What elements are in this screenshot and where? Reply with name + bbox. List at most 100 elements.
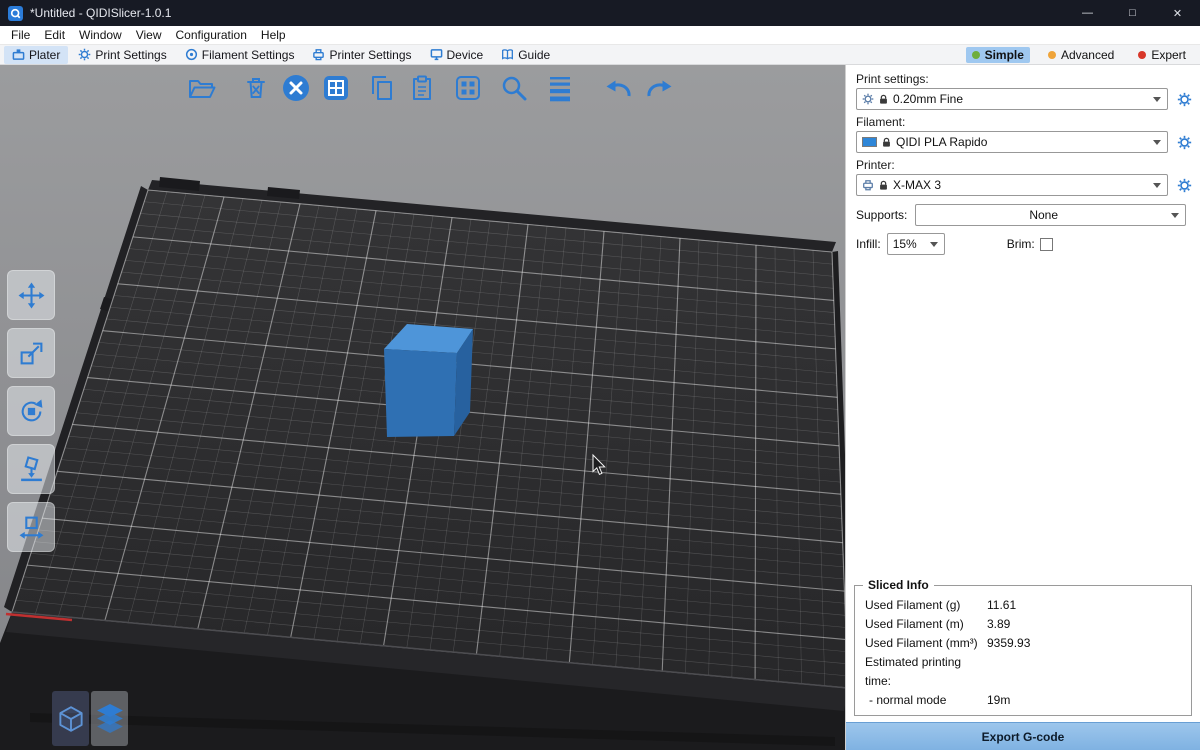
- mode-expert[interactable]: Expert: [1132, 47, 1192, 63]
- gear-icon: [862, 93, 874, 105]
- lock-icon: [882, 137, 891, 148]
- print-settings-value: 0.20mm Fine: [893, 92, 1148, 106]
- filament-gear-button[interactable]: [1174, 132, 1194, 152]
- redo-icon: [644, 73, 674, 103]
- sliced-info-value: 9359.93: [987, 634, 1181, 653]
- mode-dot-red: [1138, 51, 1146, 59]
- titlebar: *Untitled - QIDISlicer-1.0.1 — □ ✕: [0, 0, 1200, 26]
- print-bed[interactable]: [12, 190, 845, 688]
- printer-gear-button[interactable]: [1174, 175, 1194, 195]
- sliced-info-row: Used Filament (mm³) 9359.93: [863, 634, 1183, 653]
- menu-item-configuration[interactable]: Configuration: [169, 26, 254, 44]
- sliced-info-label: Used Filament (m): [865, 615, 987, 634]
- delete-all-icon: [281, 73, 311, 103]
- print-settings-gear-button[interactable]: [1174, 89, 1194, 109]
- brim-checkbox[interactable]: [1040, 238, 1053, 251]
- supports-combo[interactable]: None: [915, 204, 1186, 226]
- lock-icon: [879, 180, 888, 191]
- tab-printer-settings[interactable]: Printer Settings: [304, 46, 419, 64]
- minimize-button[interactable]: —: [1065, 0, 1110, 26]
- open-button[interactable]: [182, 69, 219, 106]
- tab-print-settings[interactable]: Print Settings: [70, 46, 174, 64]
- scale-button[interactable]: [7, 328, 55, 378]
- gear-icon: [78, 48, 91, 61]
- tab-filament-settings[interactable]: Filament Settings: [177, 46, 303, 64]
- chevron-down-icon: [1153, 183, 1161, 188]
- sliced-info-value: 19m: [987, 691, 1181, 710]
- guide-icon: [501, 48, 514, 61]
- copy-button[interactable]: [363, 69, 400, 106]
- mode-selector: Simple Advanced Expert: [966, 47, 1192, 63]
- arrange-icon: [321, 73, 351, 103]
- infill-combo[interactable]: 15%: [887, 233, 945, 255]
- close-button[interactable]: ✕: [1155, 0, 1200, 26]
- view-toggles: [52, 691, 128, 746]
- split-button[interactable]: [449, 69, 486, 106]
- undo-icon: [604, 73, 634, 103]
- undo-button[interactable]: [600, 69, 637, 106]
- window-controls: — □ ✕: [1065, 0, 1200, 26]
- export-gcode-button[interactable]: Export G-code: [846, 722, 1200, 750]
- sliced-info-row: Used Filament (m) 3.89: [863, 615, 1183, 634]
- arrange-button[interactable]: [317, 69, 354, 106]
- infill-label: Infill:: [856, 237, 881, 251]
- menu-item-view[interactable]: View: [129, 26, 169, 44]
- measure-button[interactable]: [7, 502, 55, 552]
- place-on-face-button[interactable]: [7, 444, 55, 494]
- supports-label: Supports:: [856, 208, 907, 222]
- menu-item-file[interactable]: File: [4, 26, 37, 44]
- delete-button[interactable]: [237, 69, 274, 106]
- split-icon: [453, 73, 483, 103]
- viewport-3d[interactable]: [0, 65, 845, 750]
- move-icon: [18, 282, 45, 309]
- tab-plater[interactable]: Plater: [4, 46, 68, 64]
- tab-label: Plater: [29, 48, 60, 62]
- open-icon: [186, 73, 216, 103]
- printer-combo[interactable]: X-MAX 3: [856, 174, 1168, 196]
- maximize-button[interactable]: □: [1110, 0, 1155, 26]
- mode-dot-orange: [1048, 51, 1056, 59]
- sliced-info-label: Estimated printing time:: [865, 653, 987, 691]
- sliced-info-row: Estimated printing time:: [863, 653, 1183, 691]
- measure-icon: [18, 514, 45, 541]
- sliced-info-value: 11.61: [987, 596, 1181, 615]
- redo-button[interactable]: [640, 69, 677, 106]
- mode-advanced[interactable]: Advanced: [1042, 47, 1120, 63]
- tab-guide[interactable]: Guide: [493, 46, 558, 64]
- gizmo-toolbar: [7, 270, 55, 552]
- chevron-down-icon: [1153, 140, 1161, 145]
- mode-simple[interactable]: Simple: [966, 47, 1030, 63]
- filament-combo[interactable]: QIDI PLA Rapido: [856, 131, 1168, 153]
- printer-icon: [312, 48, 325, 61]
- tab-label: Guide: [518, 48, 550, 62]
- preview-view-button[interactable]: [91, 691, 128, 746]
- variable-layer-height-button[interactable]: [541, 69, 578, 106]
- model-cube[interactable]: [384, 324, 473, 437]
- tab-label: Filament Settings: [202, 48, 295, 62]
- filament-label: Filament:: [846, 113, 1200, 131]
- bed-scene[interactable]: [0, 65, 845, 750]
- menu-item-edit[interactable]: Edit: [37, 26, 72, 44]
- sliced-info-row: - normal mode 19m: [863, 691, 1183, 710]
- tab-device[interactable]: Device: [422, 46, 492, 64]
- move-button[interactable]: [7, 270, 55, 320]
- mode-label: Simple: [985, 48, 1024, 62]
- delete-icon: [241, 73, 271, 103]
- paste-button[interactable]: [403, 69, 440, 106]
- delete-all-button[interactable]: [277, 69, 314, 106]
- menu-item-help[interactable]: Help: [254, 26, 293, 44]
- menu-item-window[interactable]: Window: [72, 26, 129, 44]
- tab-label: Print Settings: [95, 48, 166, 62]
- search-button[interactable]: [495, 69, 532, 106]
- chevron-down-icon: [930, 242, 938, 247]
- place-on-face-icon: [18, 456, 45, 483]
- supports-value: None: [921, 208, 1166, 222]
- menubar: File Edit Window View Configuration Help: [0, 26, 1200, 45]
- editor-view-button[interactable]: [52, 691, 89, 746]
- device-icon: [430, 48, 443, 61]
- print-settings-combo[interactable]: 0.20mm Fine: [856, 88, 1168, 110]
- window-title: *Untitled - QIDISlicer-1.0.1: [30, 6, 171, 20]
- rotate-button[interactable]: [7, 386, 55, 436]
- paste-icon: [407, 73, 437, 103]
- sliced-info-label: Used Filament (g): [865, 596, 987, 615]
